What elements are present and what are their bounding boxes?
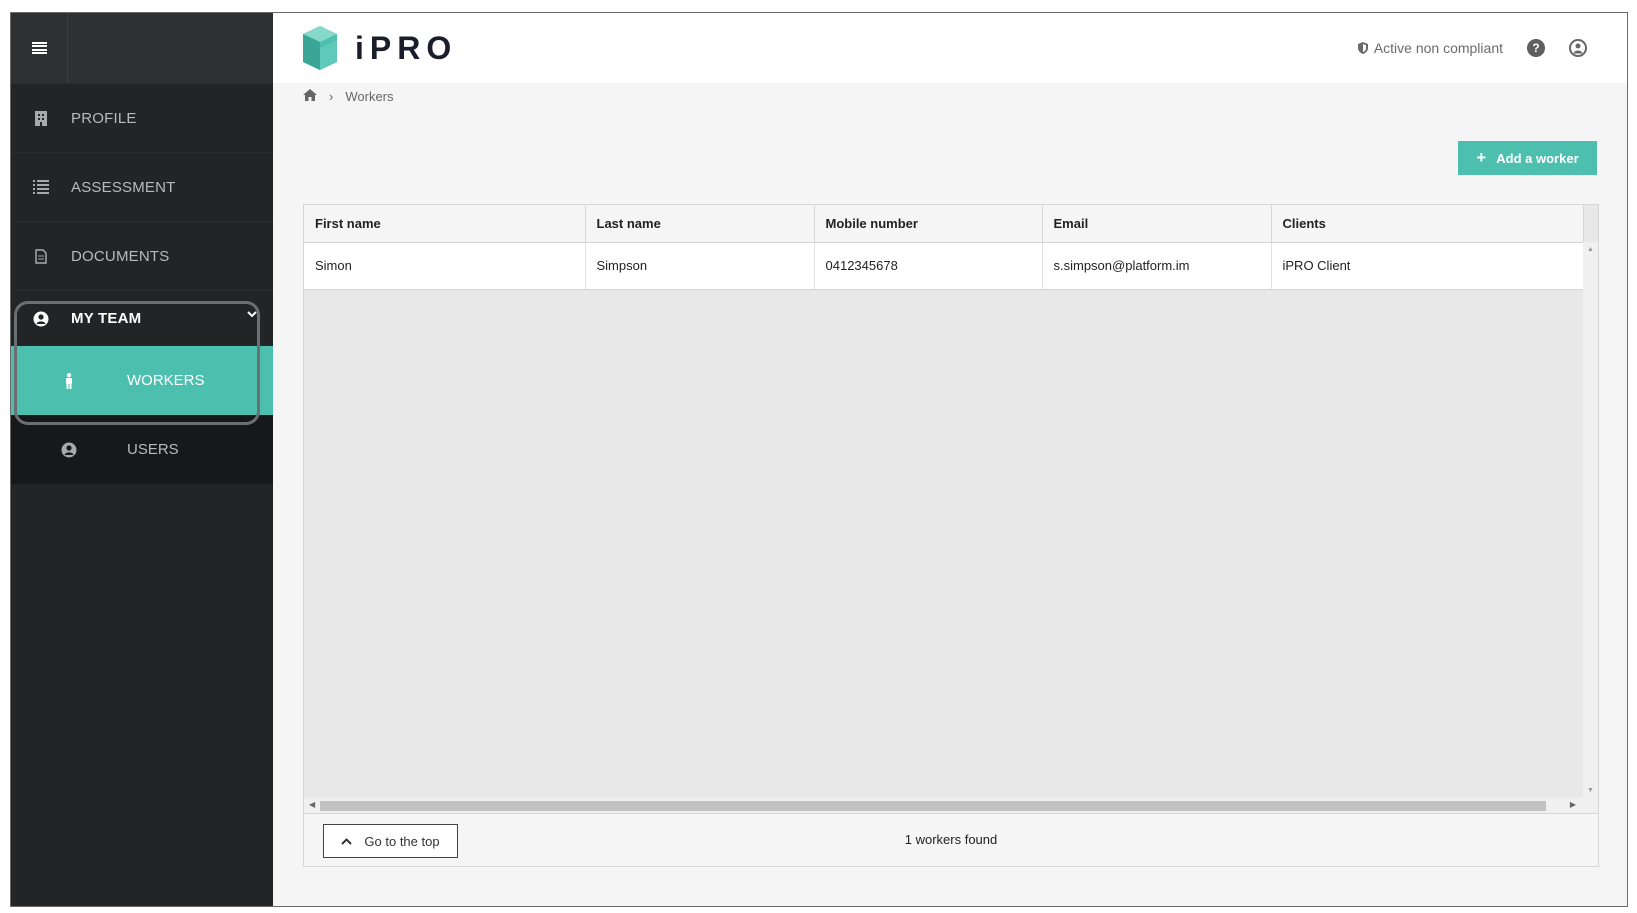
sidebar-subitem-workers[interactable]: WORKERS (11, 346, 273, 415)
table-footer: Go to the top 1 workers found (303, 814, 1599, 867)
chevron-down-icon[interactable] (247, 306, 257, 321)
sidebar-item-my-team[interactable]: MY TEAM (11, 290, 273, 346)
sidebar-item-label: MY TEAM (71, 310, 142, 327)
sidebar-subitem-users[interactable]: USERS (11, 415, 273, 484)
user-circle-icon (11, 442, 127, 458)
logo-mark-icon (303, 26, 337, 70)
column-header[interactable]: Clients (1271, 205, 1584, 243)
sidebar-item-label: DOCUMENTS (71, 247, 170, 265)
sidebar-item-documents[interactable]: DOCUMENTS (11, 221, 273, 290)
person-icon (11, 372, 127, 389)
cell-email: s.simpson@platform.im (1042, 242, 1272, 290)
scrollbar-thumb[interactable] (320, 801, 1546, 811)
shield-icon (1357, 42, 1368, 54)
sidebar: PROFILE ASSESSMENT DOCUMENTS MY TEAM WOR… (11, 13, 273, 906)
scroll-right-icon[interactable]: ▶ (1570, 800, 1576, 809)
sidebar-header (11, 13, 273, 83)
column-header[interactable]: Mobile number (814, 205, 1043, 243)
app-window: PROFILE ASSESSMENT DOCUMENTS MY TEAM WOR… (10, 12, 1628, 907)
results-count: 1 workers found (904, 832, 998, 847)
sidebar-item-profile[interactable]: PROFILE (11, 83, 273, 152)
scroll-down-icon[interactable]: ▼ (1583, 787, 1598, 794)
cell-clients: iPRO Client (1271, 242, 1584, 290)
column-header[interactable]: Last name (585, 205, 815, 243)
chevron-right-icon: › (329, 89, 334, 104)
vertical-scrollbar[interactable]: ▲ ▼ (1583, 242, 1598, 798)
add-worker-label: Add a worker (1496, 150, 1579, 166)
sidebar-item-label: PROFILE (71, 109, 137, 127)
scroll-up-icon[interactable]: ▲ (1583, 246, 1598, 253)
logo-text: iPRO (355, 29, 458, 66)
logo: iPRO (303, 26, 457, 70)
breadcrumb-current: Workers (345, 89, 394, 104)
top-bar: iPRO Active non compliant ? (273, 13, 1627, 83)
main-content: iPRO Active non compliant ? › Workers + (273, 13, 1627, 906)
sidebar-subitem-label: USERS (127, 441, 179, 458)
scroll-left-icon[interactable]: ◀ (309, 800, 315, 809)
workers-table: First name Last name Mobile number Email… (303, 204, 1599, 814)
status-text: Active non compliant (1373, 40, 1503, 56)
user-circle-icon (11, 311, 71, 327)
sidebar-subitem-label: WORKERS (127, 372, 205, 389)
column-header[interactable]: Email (1042, 205, 1272, 243)
hamburger-menu-icon[interactable] (11, 13, 68, 83)
sidebar-item-assessment[interactable]: ASSESSMENT (11, 152, 273, 221)
cell-first-name: Simon (304, 242, 586, 290)
home-icon[interactable] (303, 89, 317, 104)
table-row[interactable]: Simon Simpson 0412345678 s.simpson@platf… (304, 242, 1584, 290)
building-icon (11, 110, 71, 126)
top-right-controls: Active non compliant ? (1357, 13, 1587, 83)
column-header[interactable]: First name (304, 205, 586, 243)
question-circle-icon[interactable]: ? (1527, 39, 1545, 57)
breadcrumb: › Workers (303, 89, 394, 104)
plus-icon: + (1476, 148, 1487, 167)
document-icon (11, 248, 71, 264)
user-circle-icon[interactable] (1569, 39, 1587, 57)
table-header-row: First name Last name Mobile number Email… (304, 205, 1584, 243)
cell-last-name: Simpson (585, 242, 815, 290)
compliance-status: Active non compliant (1357, 40, 1503, 56)
sidebar-item-label: ASSESSMENT (71, 178, 176, 196)
list-icon (11, 180, 71, 194)
horizontal-scrollbar[interactable]: ◀ ▶ (304, 798, 1598, 813)
cell-mobile: 0412345678 (814, 242, 1043, 290)
add-worker-button[interactable]: + Add a worker (1458, 141, 1597, 175)
